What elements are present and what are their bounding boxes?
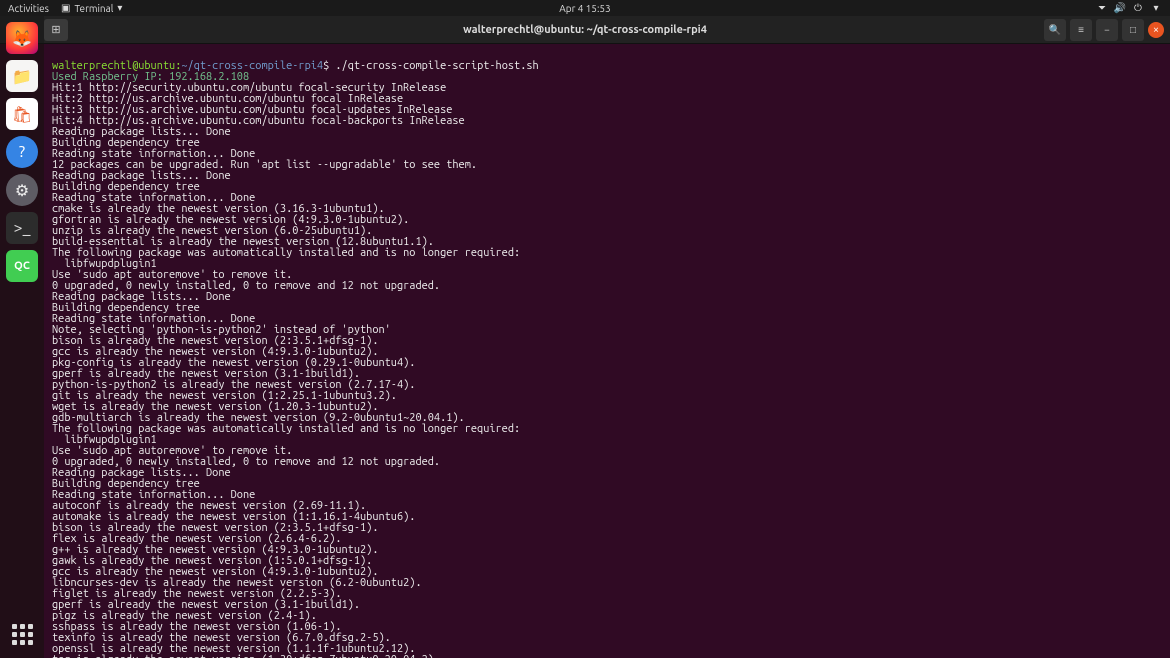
- terminal-menu-label: Terminal: [74, 3, 113, 14]
- gnome-topbar: Activities ▣ Terminal ▾ Apr 4 15:53 ⏷ 🔊 …: [0, 0, 1170, 16]
- terminal-icon: >_: [14, 219, 31, 237]
- dock: 🦊 📁 🛍 ? ⚙ >_ QC: [0, 16, 44, 658]
- dock-files[interactable]: 📁: [6, 60, 38, 92]
- terminal-app-icon: ▣: [61, 2, 70, 14]
- window-title: walterprechtl@ubuntu: ~/qt-cross-compile…: [463, 24, 707, 36]
- maximize-button[interactable]: □: [1122, 19, 1144, 41]
- dock-settings[interactable]: ⚙: [6, 174, 38, 206]
- terminal-menu[interactable]: ▣ Terminal ▾: [61, 2, 122, 14]
- volume-icon[interactable]: 🔊: [1114, 2, 1126, 14]
- search-button[interactable]: 🔍: [1044, 19, 1066, 41]
- activities-button[interactable]: Activities: [8, 3, 49, 14]
- close-button[interactable]: ×: [1148, 22, 1164, 38]
- minimize-button[interactable]: −: [1096, 19, 1118, 41]
- show-applications-button[interactable]: [6, 618, 38, 650]
- dock-firefox[interactable]: 🦊: [6, 22, 38, 54]
- chevron-down-icon[interactable]: ▾: [1150, 2, 1162, 14]
- terminal-content[interactable]: walterprechtl@ubuntu:~/qt-cross-compile-…: [44, 44, 1170, 658]
- search-icon: 🔍: [1049, 24, 1061, 36]
- menu-button[interactable]: ≡: [1070, 19, 1092, 41]
- chevron-down-icon: ▾: [117, 2, 122, 14]
- prompt-command: ./qt-cross-compile-script-host.sh: [335, 60, 538, 72]
- dock-qtcreator[interactable]: QC: [6, 250, 38, 282]
- dock-terminal[interactable]: >_: [6, 212, 38, 244]
- terminal-output: Hit:1 http://security.ubuntu.com/ubuntu …: [52, 82, 520, 658]
- power-icon[interactable]: ⏻: [1132, 2, 1144, 14]
- terminal-titlebar: ⊞ walterprechtl@ubuntu: ~/qt-cross-compi…: [0, 16, 1170, 44]
- new-tab-button[interactable]: ⊞: [44, 19, 68, 41]
- clock[interactable]: Apr 4 15:53: [559, 3, 610, 14]
- hamburger-icon: ≡: [1078, 24, 1084, 36]
- dock-help[interactable]: ?: [6, 136, 38, 168]
- dock-software[interactable]: 🛍: [6, 98, 38, 130]
- network-icon[interactable]: ⏷: [1096, 2, 1108, 14]
